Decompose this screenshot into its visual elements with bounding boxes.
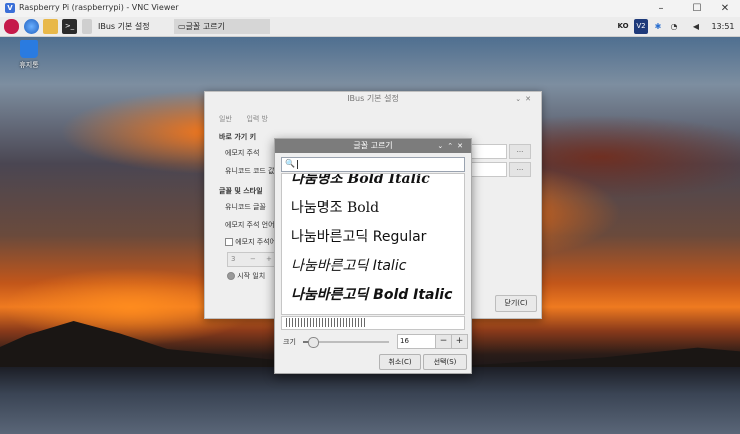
raspberry-menu-icon[interactable] [4, 19, 19, 34]
close-button[interactable]: ✕ [710, 1, 740, 16]
font-list-item[interactable]: 나눔바른고딕 Regular [291, 226, 426, 246]
emoji-annotation-checkbox[interactable]: 에모지 주석어 [225, 237, 276, 247]
file-manager-icon[interactable] [43, 19, 58, 34]
emoji-annotation-shortcut-field[interactable] [469, 144, 507, 159]
wallpaper-water [0, 367, 740, 434]
ibus-window-title: IBus 기본 설정 [347, 94, 399, 103]
bluetooth-icon[interactable]: ✱ [652, 19, 664, 34]
size-slider-knob[interactable] [307, 337, 319, 348]
trash-label: 휴지통 [19, 61, 39, 69]
minimize-button[interactable]: – [646, 1, 676, 16]
emoji-annotation-label: 에모지 주석 [225, 149, 260, 157]
ibus-settings-task-icon [82, 19, 92, 34]
unicode-shortcut-button[interactable]: ... [509, 162, 531, 177]
radio-dot [227, 272, 235, 280]
font-chooser-window-controls[interactable]: ⌄⌃✕ [437, 139, 467, 153]
ibus-tabs: 일반 입력 방 [213, 112, 274, 126]
checkbox-box [225, 238, 233, 246]
terminal-icon[interactable]: >_ [62, 19, 77, 34]
input-method-indicator[interactable]: KO [616, 19, 630, 34]
text-caret [297, 160, 298, 169]
vnc-app-icon: V [5, 3, 15, 13]
prefix-match-radio[interactable]: 시작 일치 [227, 271, 265, 281]
search-icon: 🔍 [285, 159, 295, 168]
cancel-button[interactable]: 취소(C) [379, 354, 421, 370]
taskbar-font-chooser[interactable]: ▭글꼴 고르기 [174, 19, 270, 34]
size-slider[interactable] [303, 337, 389, 348]
volume-icon[interactable]: ◀ [690, 19, 702, 34]
network-icon[interactable]: ◔ [668, 19, 680, 34]
unicode-font-label: 유니코드 글꼴 [225, 203, 266, 211]
emoji-annotation-checkbox-label: 에모지 주석어 [235, 238, 277, 246]
size-decrease-button[interactable]: − [435, 334, 452, 349]
font-style-heading: 글꼴 및 스타일 [219, 187, 263, 195]
font-list-item[interactable]: 나눔명조 Bold Italic [291, 174, 430, 188]
ibus-window-controls[interactable]: ⌄✕ [515, 92, 535, 106]
vnc-window-title: Raspberry Pi (raspberrypi) - VNC Viewer [19, 3, 179, 12]
rpi-taskbar: >_ IBus 기본 설정 ▭글꼴 고르기 KO V2 ✱ ◔ ◀ 13:51 [0, 17, 740, 37]
font-chooser-task-icon: ▭ [178, 22, 186, 31]
maximize-button[interactable]: ☐ [682, 1, 712, 16]
ibus-close-button[interactable]: 닫기(C) [495, 295, 537, 312]
vnc-titlebar: V Raspberry Pi (raspberrypi) - VNC Viewe… [0, 0, 740, 18]
size-increase-button[interactable]: + [451, 334, 468, 349]
select-button[interactable]: 선택(S) [423, 354, 467, 370]
annotation-count-spin[interactable]: 3 − + [227, 252, 281, 267]
unicode-code-label: 유니코드 코드 값 [225, 167, 275, 175]
spin-plus[interactable]: + [266, 253, 272, 266]
size-label: 크기 [283, 338, 296, 346]
emoji-annotation-shortcut-button[interactable]: ... [509, 144, 531, 159]
font-list-item[interactable]: 나눔명조 Bold [291, 197, 379, 217]
spin-minus[interactable]: − [250, 253, 256, 266]
shortcuts-heading: 바로 가기 키 [219, 133, 257, 141]
unicode-shortcut-field[interactable] [469, 162, 507, 177]
font-list[interactable]: 나눔명조 Bold Italic 나눔명조 Bold 나눔바른고딕 Regula… [281, 173, 465, 315]
trash-icon [20, 40, 38, 58]
taskbar-ibus-settings[interactable]: IBus 기본 설정 [94, 19, 176, 34]
tab-input-method[interactable]: 입력 방 [240, 112, 274, 126]
font-list-item[interactable]: 나눔바른고딕 Bold Italic [291, 284, 452, 304]
vnc-server-icon[interactable]: V2 [634, 19, 648, 34]
tab-general[interactable]: 일반 [213, 112, 238, 126]
web-browser-icon[interactable] [24, 19, 39, 34]
trash-desktop-item[interactable]: 휴지통 [14, 40, 44, 70]
spin-value: 3 [231, 255, 236, 263]
font-preview-text [286, 318, 366, 327]
prefix-match-label: 시작 일치 [237, 272, 266, 280]
font-list-item[interactable]: 나눔바른고딕 Italic [291, 255, 406, 275]
font-search-input[interactable]: 🔍 [281, 157, 465, 172]
taskbar-font-chooser-label: 글꼴 고르기 [185, 22, 225, 31]
font-preview-field[interactable] [281, 316, 465, 330]
emoji-annotation-language-label: 에모지 주석 언어 [225, 221, 275, 229]
font-chooser-dialog: 글꼴 고르기 ⌄⌃✕ 🔍 나눔명조 Bold Italic 나눔명조 Bold … [274, 138, 472, 374]
size-input[interactable]: 16 [397, 334, 437, 349]
clock[interactable]: 13:51 [710, 19, 736, 34]
